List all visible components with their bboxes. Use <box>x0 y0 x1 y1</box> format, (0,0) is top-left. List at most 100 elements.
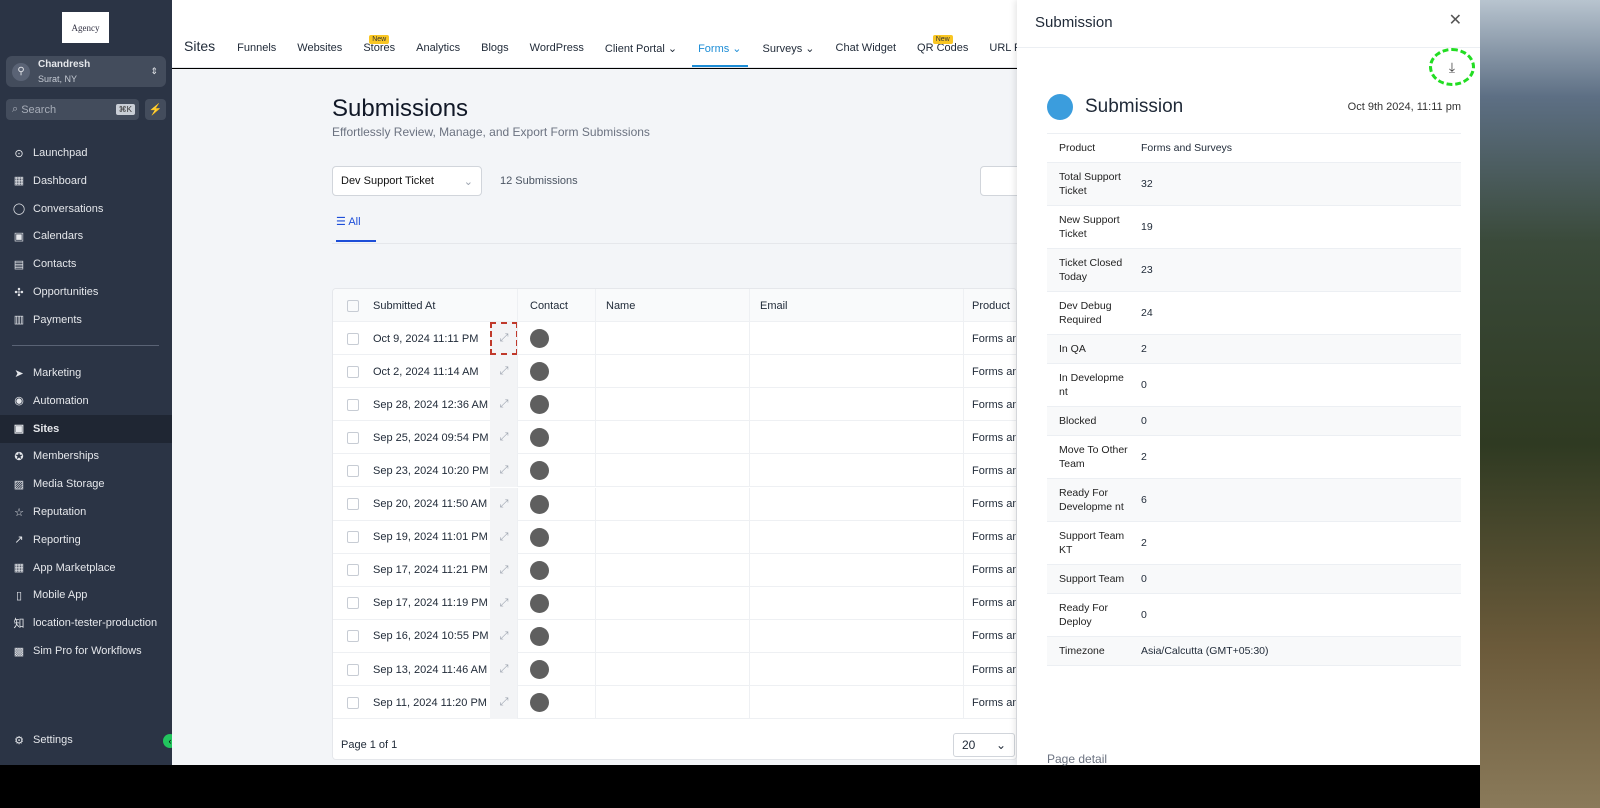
row-checkbox[interactable] <box>347 454 359 487</box>
col-submitted-at[interactable]: Submitted At <box>373 289 435 322</box>
table-row[interactable]: Oct 2, 2024 11:14 AM ⤢ Forms and Surveys <box>333 355 1016 389</box>
row-checkbox[interactable] <box>347 686 359 719</box>
expand-icon[interactable]: ⤢ <box>490 421 518 455</box>
sidebar-item-sites[interactable]: ▣ Sites <box>0 414 172 443</box>
row-checkbox[interactable] <box>347 653 359 686</box>
contact-avatar[interactable] <box>530 461 549 481</box>
sidebar-item-app-marketplace[interactable]: ▦ App Marketplace <box>0 554 172 582</box>
tab-funnels[interactable]: Funnels <box>237 42 276 54</box>
sidebar-item-label: Payments <box>33 313 82 326</box>
table-row[interactable]: Sep 17, 2024 11:19 PM⤢ Forms and Surveys <box>333 586 1016 620</box>
tab-websites[interactable]: Websites <box>297 42 342 54</box>
form-select[interactable]: Dev Support Ticket ⌄ <box>332 166 482 196</box>
col-email[interactable]: Email <box>749 289 964 322</box>
contact-avatar[interactable] <box>530 329 549 348</box>
row-checkbox[interactable] <box>347 355 359 388</box>
tab-label: All <box>348 216 361 228</box>
expand-icon[interactable]: ⤢ <box>490 388 518 422</box>
expand-icon[interactable]: ⤢ <box>490 553 518 587</box>
sidebar-item-reputation[interactable]: ☆ Reputation <box>0 498 172 526</box>
sidebar-item-dashboard[interactable]: ▦ Dashboard <box>0 167 172 195</box>
row-checkbox[interactable] <box>347 554 359 587</box>
col-product[interactable]: Product <box>963 289 1016 322</box>
tab-wordpress[interactable]: WordPress <box>530 42 584 54</box>
row-checkbox[interactable] <box>347 521 359 554</box>
per-page-select[interactable]: 20 ⌄ <box>953 733 1015 757</box>
sidebar-item-launchpad[interactable]: ⊙ Launchpad <box>0 139 172 167</box>
search-input[interactable]: ⌕ Search ⌘K <box>6 99 139 120</box>
sidebar-item-label: Dashboard <box>33 174 87 187</box>
tab-all[interactable]: ☰ All <box>336 215 376 242</box>
col-contact[interactable]: Contact <box>517 289 595 322</box>
sidebar-item-reporting[interactable]: ↗ Reporting <box>0 526 172 554</box>
field-row: Blocked 0 <box>1047 407 1461 436</box>
table-row[interactable]: Sep 28, 2024 12:36 AM⤢ Forms and Surveys <box>333 388 1016 422</box>
table-row[interactable]: Sep 25, 2024 09:54 PM⤢ Forms and Surveys <box>333 421 1016 455</box>
contact-avatar[interactable] <box>530 593 549 613</box>
tab-chat-widget[interactable]: Chat Widget <box>836 42 897 54</box>
contact-avatar[interactable] <box>530 494 549 514</box>
row-checkbox[interactable] <box>347 388 359 421</box>
table-row[interactable]: Sep 11, 2024 11:20 PM⤢ Forms and Surveys <box>333 686 1016 720</box>
contact-avatar[interactable] <box>530 560 549 580</box>
table-row[interactable]: Sep 16, 2024 10:55 PM⤢ Forms and Surveys <box>333 619 1016 653</box>
sidebar-item-payments[interactable]: ▥ Payments <box>0 306 172 334</box>
sidebar-item-automation[interactable]: ◉ Automation <box>0 387 172 415</box>
row-checkbox[interactable] <box>347 620 359 653</box>
table-row[interactable]: Oct 9, 2024 11:11 PM ⤢ Forms and Surveys <box>333 322 1016 355</box>
contact-avatar[interactable] <box>530 660 549 679</box>
table-row[interactable]: Sep 13, 2024 11:46 AM⤢ Forms and Surveys <box>333 653 1016 686</box>
tab-analytics[interactable]: Analytics <box>416 42 460 54</box>
expand-icon[interactable]: ⤢ <box>490 355 518 389</box>
expand-icon[interactable]: ⤢ <box>490 454 518 488</box>
tab-client-portal[interactable]: Client Portal ⌄ <box>605 42 677 55</box>
expand-icon[interactable]: ⤢ <box>490 686 518 720</box>
sidebar-item-conversations[interactable]: ◯ Conversations <box>0 195 172 223</box>
sidebar-item-memberships[interactable]: ✪ Memberships <box>0 442 172 470</box>
table-row[interactable]: Sep 20, 2024 11:50 AM⤢ Forms and Surveys <box>333 487 1016 521</box>
sidebar-item-settings[interactable]: ⚙ Settings <box>0 726 172 754</box>
contact-avatar[interactable] <box>530 395 549 415</box>
expand-icon[interactable]: ⤢ <box>490 586 518 620</box>
row-checkbox[interactable] <box>347 587 359 620</box>
tab-qr-codes[interactable]: QR Codes New <box>917 35 968 54</box>
sidebar-item-calendars[interactable]: ▣ Calendars <box>0 222 172 250</box>
sidebar-item-sim-pro-for-workflows[interactable]: ▩ Sim Pro for Workflows <box>0 637 172 665</box>
tab-forms[interactable]: Forms ⌄ <box>692 42 749 67</box>
row-checkbox[interactable] <box>347 421 359 454</box>
row-checkbox[interactable] <box>347 488 359 521</box>
sidebar-item-label: Mobile App <box>33 589 88 602</box>
quick-action-button[interactable]: ⚡ <box>145 99 166 120</box>
sidebar-item-media-storage[interactable]: ▨ Media Storage <box>0 470 172 498</box>
agency-logo: Agency <box>62 12 109 43</box>
select-all-checkbox[interactable] <box>347 289 359 322</box>
contact-avatar[interactable] <box>530 362 549 382</box>
sidebar-item-location-tester-production[interactable]: 知 location-tester-production <box>0 609 172 637</box>
location-switcher[interactable]: ⚲ Chandresh Surat, NY ⇕ <box>6 56 166 87</box>
sidebar-item-mobile-app[interactable]: ▯ Mobile App <box>0 581 172 609</box>
table-row[interactable]: Sep 17, 2024 11:21 PM⤢ Forms and Surveys <box>333 553 1016 587</box>
tab-blogs[interactable]: Blogs <box>481 42 509 54</box>
col-name[interactable]: Name <box>595 289 750 322</box>
contact-avatar[interactable] <box>530 693 549 713</box>
contact-avatar[interactable] <box>530 626 549 646</box>
download-button[interactable]: ⤓ <box>1429 48 1475 86</box>
sidebar-item-contacts[interactable]: ▤ Contacts <box>0 250 172 278</box>
table-row[interactable]: Sep 23, 2024 10:20 PM⤢ Forms and Surveys <box>333 454 1016 488</box>
expand-icon[interactable]: ⤢ <box>490 520 518 554</box>
tab-surveys[interactable]: Surveys ⌄ <box>763 42 815 55</box>
close-icon[interactable]: ✕ <box>1449 10 1462 30</box>
sidebar-item-opportunities[interactable]: ✣ Opportunities <box>0 278 172 306</box>
expand-icon[interactable]: ⤢ <box>490 653 518 686</box>
contact-avatar[interactable] <box>530 428 549 448</box>
table-search-input[interactable] <box>980 166 1020 196</box>
table-row[interactable]: Sep 19, 2024 11:01 PM⤢ Forms and Surveys <box>333 520 1016 554</box>
contact-avatar[interactable] <box>530 527 549 547</box>
page-detail-heading: Page detail <box>1047 752 1108 766</box>
sidebar-item-marketing[interactable]: ➤ Marketing <box>0 359 172 387</box>
expand-icon[interactable]: ⤢ <box>490 487 518 521</box>
expand-icon[interactable]: ⤢ <box>490 619 518 653</box>
tab-stores[interactable]: Stores New <box>363 35 395 54</box>
row-checkbox[interactable] <box>347 322 359 355</box>
expand-icon[interactable]: ⤢ <box>490 322 518 355</box>
